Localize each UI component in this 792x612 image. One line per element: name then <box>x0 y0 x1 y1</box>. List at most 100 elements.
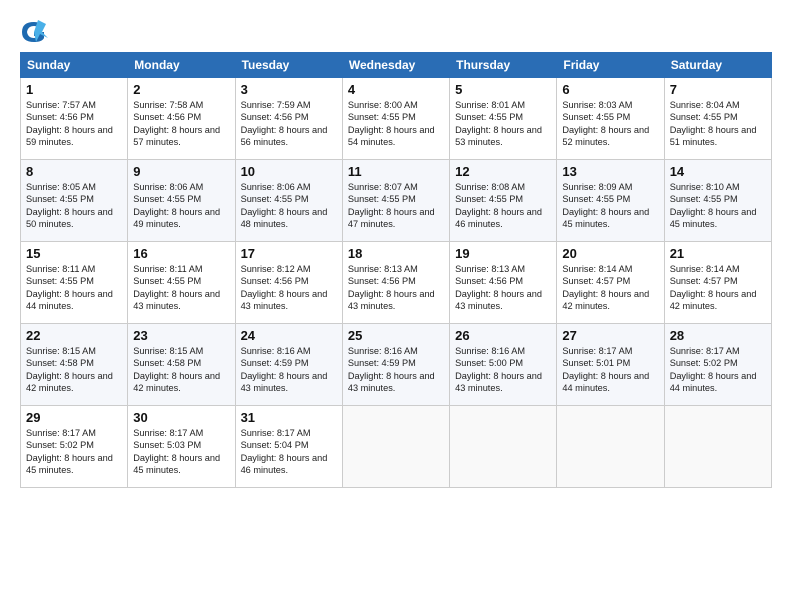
calendar-body: 1 Sunrise: 7:57 AM Sunset: 4:56 PM Daylig… <box>21 78 772 488</box>
col-header-thursday: Thursday <box>450 53 557 78</box>
day-cell: 29Sunrise: 8:17 AM Sunset: 5:02 PM Dayli… <box>21 406 128 488</box>
day-number: 4 <box>348 82 444 97</box>
week-row-2: 8 Sunrise: 8:05 AM Sunset: 4:55 PM Daylig… <box>21 160 772 242</box>
day-detail: Sunrise: 8:16 AM Sunset: 5:00 PM Dayligh… <box>455 345 551 395</box>
day-cell <box>557 406 664 488</box>
day-number: 22 <box>26 328 122 343</box>
day-detail: Sunrise: 8:11 AM Sunset: 4:55 PM Dayligh… <box>26 263 122 313</box>
day-number: 31 <box>241 410 337 425</box>
day-cell: 24 Sunrise: 8:16 AM Sunset: 4:59 PM Dayli… <box>235 324 342 406</box>
day-number: 24 <box>241 328 337 343</box>
day-cell: 4 Sunrise: 8:00 AM Sunset: 4:55 PM Daylig… <box>342 78 449 160</box>
day-detail: Sunrise: 8:09 AM Sunset: 4:55 PM Dayligh… <box>562 181 658 231</box>
day-detail: Sunrise: 8:17 AM Sunset: 5:02 PM Dayligh… <box>670 345 766 395</box>
day-cell: 14 Sunrise: 8:10 AM Sunset: 4:55 PM Dayli… <box>664 160 771 242</box>
day-number: 15 <box>26 246 122 261</box>
day-cell: 3 Sunrise: 7:59 AM Sunset: 4:56 PM Daylig… <box>235 78 342 160</box>
day-number: 6 <box>562 82 658 97</box>
day-number: 14 <box>670 164 766 179</box>
day-detail: Sunrise: 8:00 AM Sunset: 4:55 PM Dayligh… <box>348 99 444 149</box>
day-number: 10 <box>241 164 337 179</box>
day-cell <box>664 406 771 488</box>
day-number: 5 <box>455 82 551 97</box>
day-number: 2 <box>133 82 229 97</box>
day-detail: Sunrise: 8:05 AM Sunset: 4:55 PM Dayligh… <box>26 181 122 231</box>
day-number: 8 <box>26 164 122 179</box>
day-number: 28 <box>670 328 766 343</box>
day-cell: 21 Sunrise: 8:14 AM Sunset: 4:57 PM Dayli… <box>664 242 771 324</box>
day-cell: 18 Sunrise: 8:13 AM Sunset: 4:56 PM Dayli… <box>342 242 449 324</box>
day-cell: 26 Sunrise: 8:16 AM Sunset: 5:00 PM Dayli… <box>450 324 557 406</box>
day-detail: Sunrise: 7:58 AM Sunset: 4:56 PM Dayligh… <box>133 99 229 149</box>
day-number: 16 <box>133 246 229 261</box>
col-header-tuesday: Tuesday <box>235 53 342 78</box>
day-detail: Sunrise: 8:17 AM Sunset: 5:03 PM Dayligh… <box>133 427 229 477</box>
day-detail: Sunrise: 8:15 AM Sunset: 4:58 PM Dayligh… <box>26 345 122 395</box>
day-number: 12 <box>455 164 551 179</box>
day-cell: 25 Sunrise: 8:16 AM Sunset: 4:59 PM Dayli… <box>342 324 449 406</box>
logo-icon <box>20 18 48 46</box>
col-header-sunday: Sunday <box>21 53 128 78</box>
col-header-friday: Friday <box>557 53 664 78</box>
day-number: 9 <box>133 164 229 179</box>
day-number: 21 <box>670 246 766 261</box>
logo <box>20 18 50 46</box>
day-detail: Sunrise: 7:59 AM Sunset: 4:56 PM Dayligh… <box>241 99 337 149</box>
day-cell: 12 Sunrise: 8:08 AM Sunset: 4:55 PM Dayli… <box>450 160 557 242</box>
col-header-monday: Monday <box>128 53 235 78</box>
day-number: 18 <box>348 246 444 261</box>
day-detail: Sunrise: 8:06 AM Sunset: 4:55 PM Dayligh… <box>241 181 337 231</box>
day-detail: Sunrise: 8:08 AM Sunset: 4:55 PM Dayligh… <box>455 181 551 231</box>
day-detail: Sunrise: 8:14 AM Sunset: 4:57 PM Dayligh… <box>670 263 766 313</box>
day-number: 1 <box>26 82 122 97</box>
day-cell: 30 Sunrise: 8:17 AM Sunset: 5:03 PM Dayli… <box>128 406 235 488</box>
day-detail: Sunrise: 8:06 AM Sunset: 4:55 PM Dayligh… <box>133 181 229 231</box>
header <box>20 18 772 46</box>
day-cell: 2 Sunrise: 7:58 AM Sunset: 4:56 PM Daylig… <box>128 78 235 160</box>
week-row-1: 1 Sunrise: 7:57 AM Sunset: 4:56 PM Daylig… <box>21 78 772 160</box>
day-cell <box>342 406 449 488</box>
day-cell: 11 Sunrise: 8:07 AM Sunset: 4:55 PM Dayli… <box>342 160 449 242</box>
day-cell: 27 Sunrise: 8:17 AM Sunset: 5:01 PM Dayli… <box>557 324 664 406</box>
day-detail: Sunrise: 7:57 AM Sunset: 4:56 PM Dayligh… <box>26 99 122 149</box>
day-number: 27 <box>562 328 658 343</box>
day-cell: 22 Sunrise: 8:15 AM Sunset: 4:58 PM Dayli… <box>21 324 128 406</box>
day-cell <box>450 406 557 488</box>
week-row-3: 15 Sunrise: 8:11 AM Sunset: 4:55 PM Dayli… <box>21 242 772 324</box>
day-detail: Sunrise: 8:03 AM Sunset: 4:55 PM Dayligh… <box>562 99 658 149</box>
col-header-wednesday: Wednesday <box>342 53 449 78</box>
day-number: 11 <box>348 164 444 179</box>
day-number: 26 <box>455 328 551 343</box>
day-number: 25 <box>348 328 444 343</box>
day-cell: 31 Sunrise: 8:17 AM Sunset: 5:04 PM Dayli… <box>235 406 342 488</box>
day-cell: 15 Sunrise: 8:11 AM Sunset: 4:55 PM Dayli… <box>21 242 128 324</box>
day-number: 29 <box>26 410 122 425</box>
day-cell: 10 Sunrise: 8:06 AM Sunset: 4:55 PM Dayli… <box>235 160 342 242</box>
day-cell: 19Sunrise: 8:13 AM Sunset: 4:56 PM Dayli… <box>450 242 557 324</box>
day-cell: 7Sunrise: 8:04 AM Sunset: 4:55 PM Daylig… <box>664 78 771 160</box>
day-cell: 28 Sunrise: 8:17 AM Sunset: 5:02 PM Dayli… <box>664 324 771 406</box>
day-detail: Sunrise: 8:07 AM Sunset: 4:55 PM Dayligh… <box>348 181 444 231</box>
day-detail: Sunrise: 8:14 AM Sunset: 4:57 PM Dayligh… <box>562 263 658 313</box>
day-cell: 5Sunrise: 8:01 AM Sunset: 4:55 PM Daylig… <box>450 78 557 160</box>
day-detail: Sunrise: 8:04 AM Sunset: 4:55 PM Dayligh… <box>670 99 766 149</box>
day-cell: 6 Sunrise: 8:03 AM Sunset: 4:55 PM Daylig… <box>557 78 664 160</box>
day-detail: Sunrise: 8:17 AM Sunset: 5:01 PM Dayligh… <box>562 345 658 395</box>
day-detail: Sunrise: 8:11 AM Sunset: 4:55 PM Dayligh… <box>133 263 229 313</box>
day-detail: Sunrise: 8:16 AM Sunset: 4:59 PM Dayligh… <box>241 345 337 395</box>
day-number: 30 <box>133 410 229 425</box>
day-detail: Sunrise: 8:17 AM Sunset: 5:04 PM Dayligh… <box>241 427 337 477</box>
day-cell: 9 Sunrise: 8:06 AM Sunset: 4:55 PM Daylig… <box>128 160 235 242</box>
col-header-saturday: Saturday <box>664 53 771 78</box>
day-detail: Sunrise: 8:15 AM Sunset: 4:58 PM Dayligh… <box>133 345 229 395</box>
day-number: 3 <box>241 82 337 97</box>
day-cell: 23Sunrise: 8:15 AM Sunset: 4:58 PM Dayli… <box>128 324 235 406</box>
week-row-4: 22 Sunrise: 8:15 AM Sunset: 4:58 PM Dayli… <box>21 324 772 406</box>
calendar-header: SundayMondayTuesdayWednesdayThursdayFrid… <box>21 53 772 78</box>
day-cell: 1 Sunrise: 7:57 AM Sunset: 4:56 PM Daylig… <box>21 78 128 160</box>
day-detail: Sunrise: 8:16 AM Sunset: 4:59 PM Dayligh… <box>348 345 444 395</box>
day-number: 20 <box>562 246 658 261</box>
day-detail: Sunrise: 8:13 AM Sunset: 4:56 PM Dayligh… <box>348 263 444 313</box>
day-detail: Sunrise: 8:10 AM Sunset: 4:55 PM Dayligh… <box>670 181 766 231</box>
header-row: SundayMondayTuesdayWednesdayThursdayFrid… <box>21 53 772 78</box>
